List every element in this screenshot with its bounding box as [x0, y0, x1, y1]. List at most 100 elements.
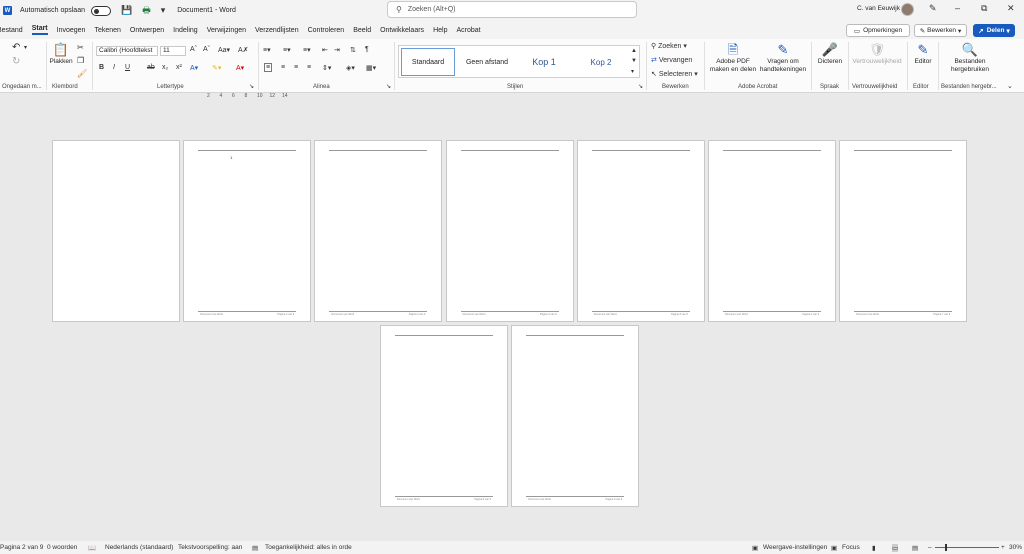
multilevel-list-icon[interactable]: ≡▾ — [303, 46, 311, 54]
font-size-combo[interactable]: 11 — [160, 46, 186, 56]
proofing-icon[interactable]: 📖 — [88, 544, 96, 552]
document-page[interactable]: Document van Word Pagina 7 van 9 — [839, 140, 968, 322]
align-right-icon[interactable]: ≡ — [294, 64, 298, 71]
document-page[interactable]: Document van Word Pagina 4 van 9 — [445, 140, 574, 322]
autosave-toggle[interactable] — [90, 5, 111, 16]
restore-icon[interactable]: ⧉ — [981, 3, 987, 14]
tab-beeld[interactable]: Beeld — [353, 27, 371, 34]
underline-icon[interactable]: U — [125, 64, 130, 71]
comments-button[interactable]: ▭ Opmerkingen — [846, 24, 910, 37]
collapse-ribbon-icon[interactable]: ⌄ — [1007, 82, 1013, 90]
dialog-launcher-icon[interactable]: ↘ — [249, 83, 254, 90]
close-icon[interactable]: ✕ — [1007, 3, 1015, 14]
bold-icon[interactable]: B — [99, 64, 104, 71]
sensitivity-button[interactable]: 🛡 Vertrouwelijkheid — [851, 42, 903, 66]
subscript-icon[interactable]: x₂ — [162, 64, 168, 71]
read-mode-icon[interactable]: ▮ — [872, 544, 876, 552]
justify-icon[interactable]: ≡ — [307, 64, 311, 71]
avatar[interactable] — [901, 3, 914, 16]
save-icon[interactable]: 💾 — [121, 5, 132, 16]
tab-ontwikkelaars[interactable]: Ontwikkelaars — [380, 27, 424, 34]
tab-indeling[interactable]: Indeling — [173, 27, 198, 34]
tab-tekenen[interactable]: Tekenen — [94, 27, 120, 34]
line-spacing-icon[interactable]: ⇕▾ — [322, 64, 331, 72]
customize-toolbar-icon[interactable]: ▾ — [161, 5, 166, 16]
cut-icon[interactable]: ✂ — [77, 43, 84, 52]
zoom-level[interactable]: 30% — [1009, 544, 1022, 551]
focus-mode[interactable]: Focus — [842, 544, 860, 551]
editor-button[interactable]: ✎ Editor — [910, 42, 936, 66]
clear-format-icon[interactable]: A✗ — [238, 46, 249, 54]
search-box[interactable]: ⚲ Zoeken (Alt+Q) — [387, 1, 637, 18]
tab-acrobat[interactable]: Acrobat — [456, 27, 480, 34]
text-prediction-status[interactable]: Tekstvoorspelling: aan — [178, 544, 242, 551]
font-name-combo[interactable]: Calibri (Hoofdtekst — [96, 46, 158, 56]
document-page[interactable]: Document van Word Pagina 3 van 9 — [314, 140, 443, 322]
dictate-button[interactable]: 🎤 Dicteren — [815, 42, 845, 66]
zoom-in-icon[interactable]: + — [1001, 544, 1005, 551]
user-name[interactable]: C. van Eeuwijk — [857, 5, 900, 12]
chevron-down-icon[interactable]: ▾ — [24, 44, 27, 51]
pilcrow-icon[interactable]: ¶ — [365, 46, 369, 53]
tab-help[interactable]: Help — [433, 27, 447, 34]
align-center-icon[interactable]: ≡ — [281, 64, 285, 71]
print-icon[interactable]: 🖶 — [142, 3, 151, 19]
more-styles-icon[interactable]: ▾ — [631, 68, 634, 75]
pen-icon[interactable]: ✎ — [929, 3, 937, 14]
focus-icon[interactable]: ▣ — [831, 544, 837, 552]
document-page[interactable]: Document van Word Pagina 8 van 9 — [380, 325, 508, 507]
share-button[interactable]: ↗ Delen ▾ — [973, 24, 1015, 37]
zoom-out-icon[interactable]: – — [928, 544, 932, 551]
page-count[interactable]: Pagina 2 van 9 — [0, 544, 43, 551]
edit-mode-button[interactable]: ✎ Bewerken ▾ — [914, 24, 967, 37]
word-count[interactable]: 0 woorden — [47, 544, 77, 551]
tab-invoegen[interactable]: Invoegen — [57, 27, 86, 34]
document-page[interactable] — [52, 140, 180, 322]
find-button[interactable]: ⚲ Zoeken ▾ — [651, 42, 687, 50]
select-button[interactable]: ↖ Selecteren ▾ — [651, 70, 698, 78]
tab-controleren[interactable]: Controleren — [308, 27, 345, 34]
style-heading-1[interactable]: Kop 1 — [519, 48, 569, 76]
tab-ontwerpen[interactable]: Ontwerpen — [130, 27, 164, 34]
accessibility-icon[interactable]: ▤ — [252, 544, 258, 552]
tab-bestand[interactable]: Bestand — [0, 27, 23, 34]
document-page[interactable]: Document van Word Pagina 5 van 9 — [576, 140, 705, 322]
align-left-icon[interactable]: ≡ — [264, 63, 273, 72]
minimize-icon[interactable]: – — [955, 3, 960, 13]
tab-start[interactable]: Start — [31, 25, 48, 35]
scroll-down-icon[interactable]: ▼ — [631, 58, 637, 64]
bullets-icon[interactable]: ≡▾ — [263, 46, 271, 54]
document-page[interactable]: Document van Word Pagina 6 van 9 — [708, 140, 836, 322]
increase-indent-icon[interactable]: ⇥ — [334, 46, 340, 54]
text-effects-icon[interactable]: A▾ — [190, 64, 198, 72]
create-pdf-button[interactable]: 🗎 Adobe PDF maken en delen — [708, 42, 758, 74]
web-layout-icon[interactable]: ▤ — [912, 544, 918, 552]
italic-icon[interactable]: I — [113, 64, 115, 71]
accessibility-status[interactable]: Toegankelijkheid: alles in orde — [265, 544, 352, 551]
undo-icon[interactable]: ↶ — [12, 42, 20, 53]
print-layout-icon[interactable]: ▭ — [892, 544, 899, 552]
tab-verwijzingen[interactable]: Verwijzingen — [207, 27, 246, 34]
redo-icon[interactable]: ↻ — [12, 56, 20, 67]
decrease-indent-icon[interactable]: ⇤ — [322, 46, 328, 54]
sort-icon[interactable]: ⇅ — [350, 46, 356, 54]
style-standard[interactable]: Standaard — [401, 48, 455, 76]
reuse-files-button[interactable]: 🔍 Bestanden hergebruiken — [941, 42, 999, 74]
style-no-spacing[interactable]: Geen afstand — [459, 48, 515, 76]
display-settings[interactable]: Weergave-instellingen — [763, 544, 827, 551]
shrink-font-icon[interactable]: Aˇ — [203, 46, 210, 53]
superscript-icon[interactable]: x² — [176, 64, 182, 71]
grow-font-icon[interactable]: Aˆ — [190, 46, 197, 53]
document-page[interactable]: Document van Word Pagina 9 van 9 — [511, 325, 640, 507]
dialog-launcher-icon[interactable]: ↘ — [386, 83, 391, 90]
display-settings-icon[interactable]: ▣ — [752, 544, 758, 552]
document-canvas[interactable]: Document van Word Pagina 2 van 9 1 Document… — [0, 101, 1024, 541]
numbering-icon[interactable]: ≡▾ — [283, 46, 291, 54]
format-painter-icon[interactable]: 🖌 — [77, 69, 87, 78]
highlight-icon[interactable]: ✎▾ — [212, 64, 221, 72]
change-case-icon[interactable]: Aa▾ — [218, 46, 230, 54]
copy-icon[interactable]: ❐ — [77, 56, 84, 65]
scroll-up-icon[interactable]: ▲ — [631, 48, 637, 54]
document-page[interactable]: Document van Word Pagina 2 van 9 1 — [183, 140, 312, 322]
replace-button[interactable]: ⇄ Vervangen — [651, 56, 692, 64]
